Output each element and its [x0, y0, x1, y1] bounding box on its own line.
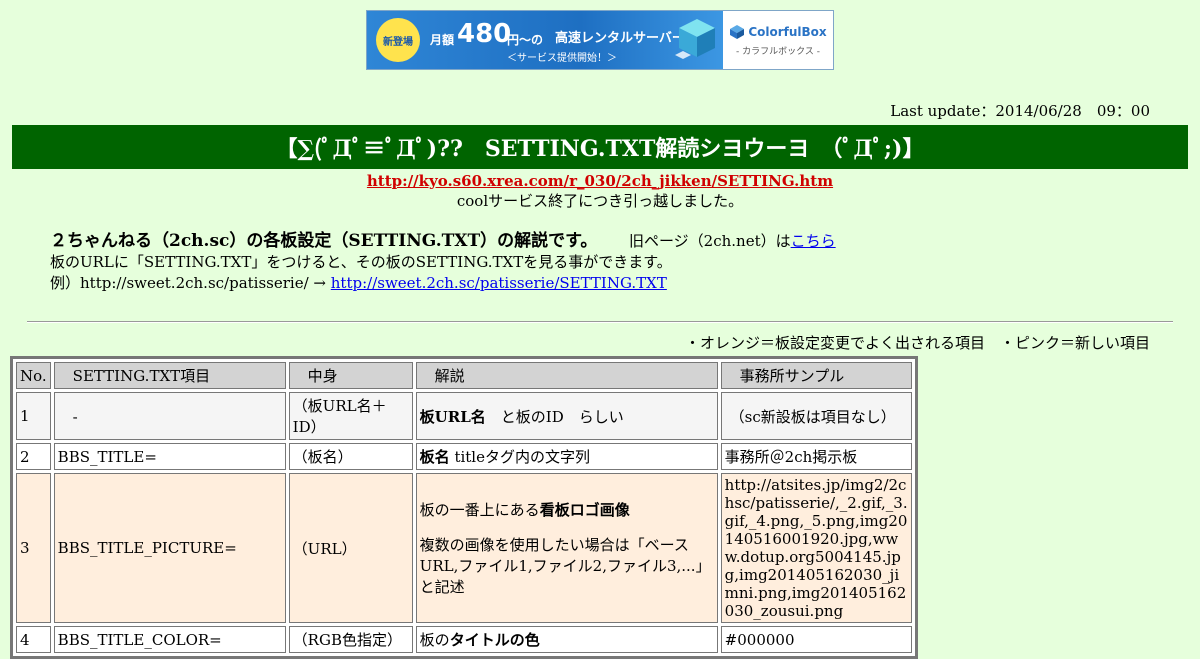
- ad-brand-name: ColorfulBox: [748, 24, 827, 39]
- cell-sample: #000000: [720, 626, 912, 653]
- ad-badge: 新登場: [376, 18, 420, 62]
- explain-rest: titleタグ内の文字列: [449, 448, 590, 466]
- cell-explain: 板の一番上にある看板ロゴ画像 複数の画像を使用したい場合は「ベースURL,ファイ…: [415, 473, 718, 623]
- description-heading: ２ちゃんねる（2ch.sc）の各板設定（SETTING.TXT）の解説です。: [50, 231, 598, 251]
- cubes-icon: [675, 19, 715, 59]
- move-note: coolサービス終了につき引っ越しました。: [456, 192, 744, 210]
- ad-price: 480: [457, 19, 512, 49]
- explain-bold: タイトルの色: [449, 631, 540, 649]
- ad-brand-sub: - カラフルボックス -: [736, 46, 820, 57]
- cell-no: 4: [16, 626, 51, 653]
- table-row: 1 - （板URL名＋ID） 板URL名 と板のID らしい （sc新設板は項目…: [16, 392, 912, 440]
- header-value: 中身: [288, 362, 413, 389]
- cell-sample: http://atsites.jp/img2/2chsc/patisserie/…: [720, 473, 912, 623]
- cell-item: BBS_TITLE=: [53, 443, 286, 470]
- description-line2: 板のURLに「SETTING.TXT」をつけると、その板のSETTING.TXT…: [50, 253, 672, 271]
- cell-sample: 事務所＠2ch掲示板: [720, 443, 912, 470]
- ad-unit: 円～の: [507, 33, 544, 47]
- example-prefix: 例）http://sweet.2ch.sc/patisserie/ →: [50, 274, 326, 292]
- header-no: No.: [16, 362, 51, 389]
- cell-value: （板名）: [288, 443, 413, 470]
- setting-table: No. SETTING.TXT項目 中身 解説 事務所サンプル 1 - （板UR…: [10, 356, 918, 659]
- last-update: Last update：2014/06/28 09：00: [890, 102, 1150, 120]
- table-header-row: No. SETTING.TXT項目 中身 解説 事務所サンプル: [16, 362, 912, 389]
- example-link[interactable]: http://sweet.2ch.sc/patisserie/SETTING.T…: [331, 274, 667, 292]
- move-notice: http://kyo.s60.xrea.com/r_030/2ch_jikken…: [0, 171, 1200, 211]
- cell-item: -: [53, 392, 286, 440]
- header-sample: 事務所サンプル: [720, 362, 912, 389]
- cell-value: （URL）: [288, 473, 413, 623]
- table-row: 2 BBS_TITLE= （板名） 板名 titleタグ内の文字列 事務所＠2c…: [16, 443, 912, 470]
- cell-no: 2: [16, 443, 51, 470]
- colorfulbox-logo-icon: [730, 24, 745, 39]
- divider: [27, 321, 1173, 323]
- explain-pre: 板の: [419, 631, 450, 649]
- cell-item: BBS_TITLE_PICTURE=: [53, 473, 286, 623]
- cell-value: （RGB色指定）: [288, 626, 413, 653]
- ad-banner-main: 新登場 月額 480 円～の 高速レンタルサーバー ＜サービス提供開始！＞: [367, 11, 723, 69]
- table-row: 3 BBS_TITLE_PICTURE= （URL） 板の一番上にある看板ロゴ画…: [16, 473, 912, 623]
- table-row: 4 BBS_TITLE_COLOR= （RGB色指定） 板のタイトルの色 #00…: [16, 626, 912, 653]
- ad-banner[interactable]: 新登場 月額 480 円～の 高速レンタルサーバー ＜サービス提供開始！＞ Co…: [366, 10, 834, 70]
- explain-note: 複数の画像を使用したい場合は「ベースURL,ファイル1,ファイル2,ファイル3,…: [419, 536, 711, 596]
- ad-monthly: 月額: [430, 33, 455, 47]
- explain-bold: 板名: [419, 448, 450, 466]
- cell-value: （板URL名＋ID）: [288, 392, 413, 440]
- cell-explain: 板名 titleタグ内の文字列: [415, 443, 718, 470]
- explain-pre: 板の一番上にある: [419, 501, 540, 519]
- description: ２ちゃんねる（2ch.sc）の各板設定（SETTING.TXT）の解説です。 旧…: [50, 231, 836, 294]
- cell-explain: 板URL名 と板のID らしい: [415, 392, 718, 440]
- header-item: SETTING.TXT項目: [53, 362, 286, 389]
- ad-product: 高速レンタルサーバー: [555, 31, 685, 46]
- cell-sample: （sc新設板は項目なし）: [720, 392, 912, 440]
- new-url-link[interactable]: http://kyo.s60.xrea.com/r_030/2ch_jikken…: [367, 172, 833, 190]
- legend: ・オレンジ＝板設定変更でよく出される項目 ・ピンク＝新しい項目: [684, 334, 1150, 352]
- page-title: 【∑(ﾟДﾟ≡ﾟДﾟ)?? SETTING.TXT解読シヨウーヨ （ﾟДﾟ;)】: [12, 125, 1188, 169]
- explain-rest: と板のID らしい: [485, 407, 624, 426]
- old-page-prefix: 旧ページ（2ch.net）は: [628, 232, 791, 250]
- cell-no: 1: [16, 392, 51, 440]
- header-explain: 解説: [415, 362, 718, 389]
- explain-bold: 板URL名: [419, 407, 486, 426]
- old-page-link[interactable]: こちら: [791, 232, 836, 250]
- cell-no: 3: [16, 473, 51, 623]
- explain-bold: 看板ロゴ画像: [539, 501, 630, 519]
- ad-brand: ColorfulBox - カラフルボックス -: [723, 11, 833, 69]
- cell-item: BBS_TITLE_COLOR=: [53, 626, 286, 653]
- cell-explain: 板のタイトルの色: [415, 626, 718, 653]
- ad-subtitle: ＜サービス提供開始！＞: [507, 53, 617, 64]
